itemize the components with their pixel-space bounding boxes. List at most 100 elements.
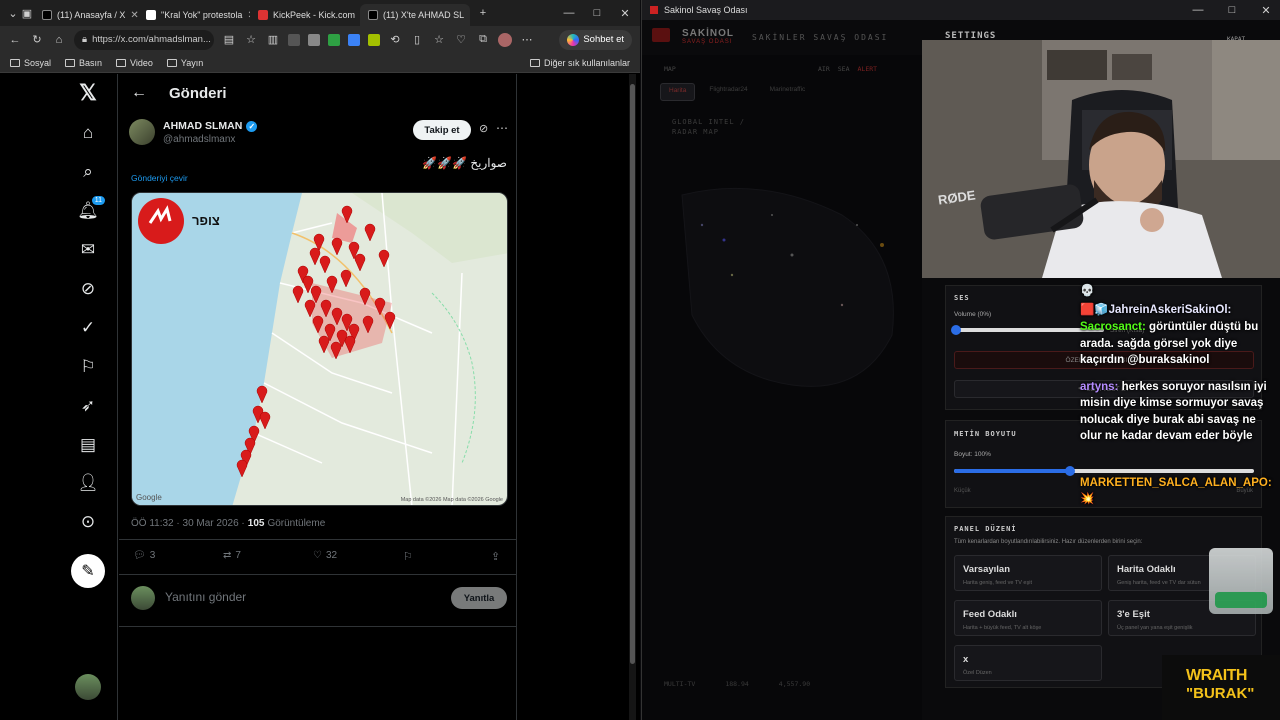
extension-4-icon[interactable] [348, 33, 360, 46]
streamer-logo: WRAITH "BURAK" [1162, 655, 1280, 720]
author-name-row[interactable]: AHMAD SLMAN ✓ [163, 120, 258, 132]
more-options-icon[interactable]: ⋯ [496, 121, 508, 135]
page-scrollbar[interactable] [629, 74, 636, 720]
filter-alert[interactable]: ALERT [858, 65, 878, 73]
extension-5-icon[interactable] [368, 33, 380, 46]
tab-1[interactable]: (11) Anasayfa / X ✕ [34, 4, 138, 26]
screenshot-icon[interactable]: ⧉ [476, 33, 490, 47]
share-icon[interactable]: ⇪ [491, 550, 500, 563]
jobs-rocket-icon[interactable]: ➶ [77, 395, 99, 417]
volume-slider-thumb[interactable] [951, 325, 961, 335]
tab-flightradar[interactable]: Flightradar24 [701, 83, 755, 101]
tab-2[interactable]: "Kral Yok" protestola✕ [138, 4, 250, 26]
bookmark-folder[interactable]: Basın [65, 58, 102, 68]
account-avatar[interactable] [75, 674, 101, 700]
webcam-feed: RØDE [922, 40, 1280, 278]
chat-overlay: 💀 🟥🧊JahreinAskeriSakinOl: Sacrosanct: gö… [1080, 283, 1280, 508]
logo-sub: SAVAŞ ODASI [682, 39, 733, 45]
maximize-icon[interactable]: □ [590, 6, 604, 20]
bookmark-folder[interactable]: Video [116, 58, 153, 68]
tab-3[interactable]: KickPeek - Kick.com✕ [250, 4, 360, 26]
workspaces-icon[interactable]: ▣ [20, 6, 34, 20]
reply-button[interactable]: Yanıtla [451, 587, 507, 609]
reader-icon[interactable]: ▤ [222, 33, 236, 47]
extension-3-icon[interactable] [328, 33, 340, 46]
repost-icon: ⇄ [223, 550, 232, 561]
tab-harita[interactable]: Harita [660, 83, 696, 101]
back-arrow-icon[interactable]: ← [131, 84, 147, 102]
preset-ozel[interactable]: x Özel Düzen [954, 645, 1102, 681]
close-window-icon[interactable]: ✕ [1259, 3, 1273, 17]
more-icon[interactable]: ⋯ [520, 33, 534, 47]
copilot-icon [567, 33, 580, 46]
split-icon[interactable]: ▥ [266, 33, 280, 47]
tab-marinetraffic[interactable]: Marinetraffic [762, 83, 814, 101]
reply-icon: 💬︎ [133, 550, 146, 561]
favorites-icon[interactable]: ☆ [432, 33, 446, 47]
text-size-title: METİN BOYUTU [954, 430, 1017, 438]
verified-icon[interactable]: ✓ [77, 317, 99, 339]
extensions-icon[interactable]: ⟲ [388, 33, 402, 47]
extension-1-icon[interactable] [288, 33, 300, 46]
room-title: SAKİNLER SAVAŞ ODASI [752, 33, 889, 42]
scrollbar-thumb[interactable] [630, 84, 635, 664]
close-tab-icon[interactable]: ✕ [469, 10, 470, 21]
bookmark-folder[interactable]: Yayın [166, 58, 203, 68]
compose-post-button[interactable]: ✎ [71, 554, 105, 588]
chat-message: Sacrosanct: görüntüler düştü bu arada. s… [1080, 321, 1259, 366]
grok-explain-icon[interactable]: ⊘ [479, 122, 488, 135]
back-icon[interactable]: ← [8, 33, 22, 47]
bookmarks-icon[interactable]: ⚐ [77, 356, 99, 378]
preset-feed-odakli[interactable]: Feed Odaklı Harita + büyük feed, TV alt k… [954, 600, 1102, 636]
minimize-icon[interactable]: — [1191, 3, 1205, 17]
tab-4-active[interactable]: (11) X'te AHMAD SL✕ [360, 4, 470, 26]
x-logo-icon[interactable]: 𝕏 [77, 80, 99, 105]
filter-sea[interactable]: SEA [838, 65, 850, 73]
reply-stat[interactable]: 💬︎ 3 [133, 550, 155, 561]
messages-icon[interactable]: ✉ [77, 239, 99, 261]
translate-link[interactable]: Gönderiyi çevir [131, 173, 188, 183]
follow-button[interactable]: Takip et [413, 120, 471, 140]
x-favicon-icon [368, 10, 378, 20]
tab-actions-icon[interactable]: ⌄ [6, 6, 20, 20]
home-icon[interactable]: ⌂ [77, 122, 99, 144]
author-handle[interactable]: @ahmadslmanx [163, 134, 235, 145]
profile-avatar[interactable] [498, 32, 512, 47]
feather-icon: ✎ [81, 563, 95, 580]
post-map-image[interactable]: צופר Google Map data ©2026 Map data ©202… [131, 192, 508, 506]
close-window-icon[interactable]: ✕ [618, 6, 632, 20]
url-input[interactable]: 🔒︎ https://x.com/ahmadslman... [74, 29, 214, 50]
favorite-star-icon[interactable]: ☆ [244, 33, 258, 47]
sidebar-icon[interactable]: ▯ [410, 33, 424, 47]
bookmark-icon[interactable]: ⚐ [403, 550, 413, 563]
notifications-bell-icon[interactable]: 🔔︎ 11 [77, 196, 105, 222]
minimize-icon[interactable]: — [562, 6, 576, 20]
copilot-button[interactable]: Sohbet et [559, 29, 632, 50]
close-tab-icon[interactable]: ✕ [130, 10, 138, 21]
lists-icon[interactable]: ▤ [77, 434, 99, 456]
post-text: 🚀🚀🚀 صواريخ [422, 156, 507, 170]
heart-icon[interactable]: ♡ [454, 33, 468, 47]
text-size-slider-thumb[interactable] [1065, 466, 1075, 476]
map-footer: MULTI-TV 188.94 4,557.90 [664, 680, 810, 688]
preset-varsayilan[interactable]: Varsayılan Harita geniş, feed ve TV eşit [954, 555, 1102, 591]
home-icon[interactable]: ⌂ [52, 33, 66, 47]
bookmark-folder[interactable]: Sosyal [10, 58, 51, 68]
new-tab-icon[interactable]: + [476, 6, 490, 20]
grok-icon[interactable]: ⊘ [77, 278, 99, 300]
profile-icon[interactable]: 👤︎ [77, 472, 99, 494]
other-favorites[interactable]: Diğer sık kullanılanlar [529, 58, 630, 68]
reply-input[interactable]: Yanıtını gönder [165, 590, 246, 604]
repost-stat[interactable]: ⇄ 7 [223, 550, 241, 561]
extension-2-icon[interactable] [308, 33, 320, 46]
maximize-icon[interactable]: □ [1225, 3, 1239, 17]
chat-message: MARKETTEN_SALCA_ALAN_APO: 💥 [1080, 476, 1272, 506]
explore-search-icon[interactable]: ⌕ [77, 161, 99, 183]
refresh-icon[interactable]: ↻ [30, 33, 44, 47]
map-badge-text: צופר [192, 213, 220, 228]
author-avatar[interactable] [129, 119, 155, 145]
filter-air[interactable]: AIR [818, 65, 830, 73]
like-stat[interactable]: ♡ 32 [313, 550, 337, 561]
more-circle-icon[interactable]: ⊙ [77, 511, 99, 533]
lock-icon: 🔒︎ [82, 34, 88, 45]
